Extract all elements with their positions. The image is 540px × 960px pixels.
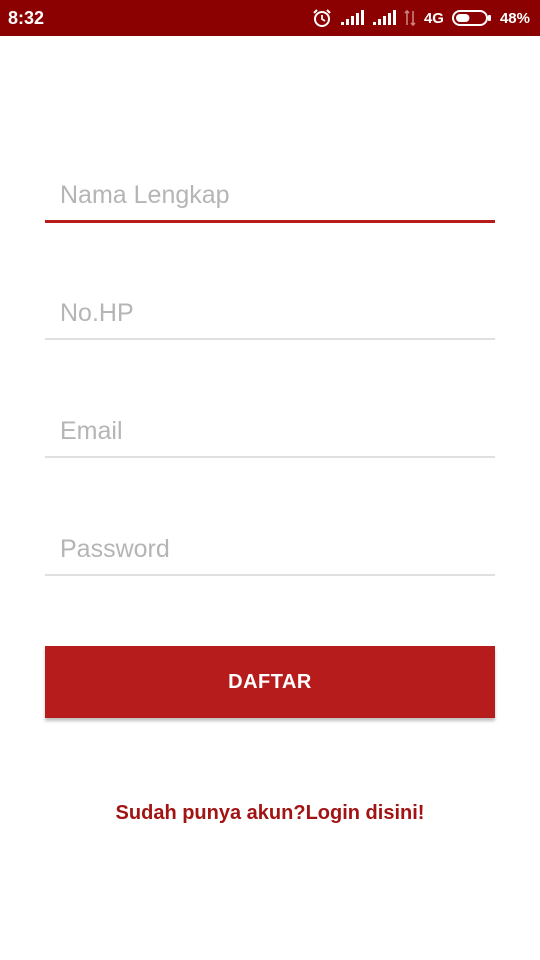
status-icons: 4G 48% [312,8,530,28]
password-input[interactable] [45,535,495,564]
email-field [45,398,495,458]
full-name-field [45,163,495,223]
status-time: 8:32 [8,7,45,28]
network-type: 4G [423,9,444,27]
register-button[interactable]: DAFTAR [45,646,495,718]
password-field [45,516,495,576]
signal-2-icon [372,10,396,26]
signal-1-icon [340,10,364,26]
data-arrows-icon [404,9,416,27]
phone-input[interactable] [45,299,495,328]
battery-icon [451,9,492,27]
email-input[interactable] [45,417,495,446]
full-name-input[interactable] [45,181,495,210]
status-bar: 8:32 4G 48% [0,0,540,36]
login-link[interactable]: Sudah punya akun?Login disini! [0,802,540,825]
phone-field [45,280,495,340]
alarm-icon [312,8,332,28]
battery-percent: 48% [499,9,530,27]
